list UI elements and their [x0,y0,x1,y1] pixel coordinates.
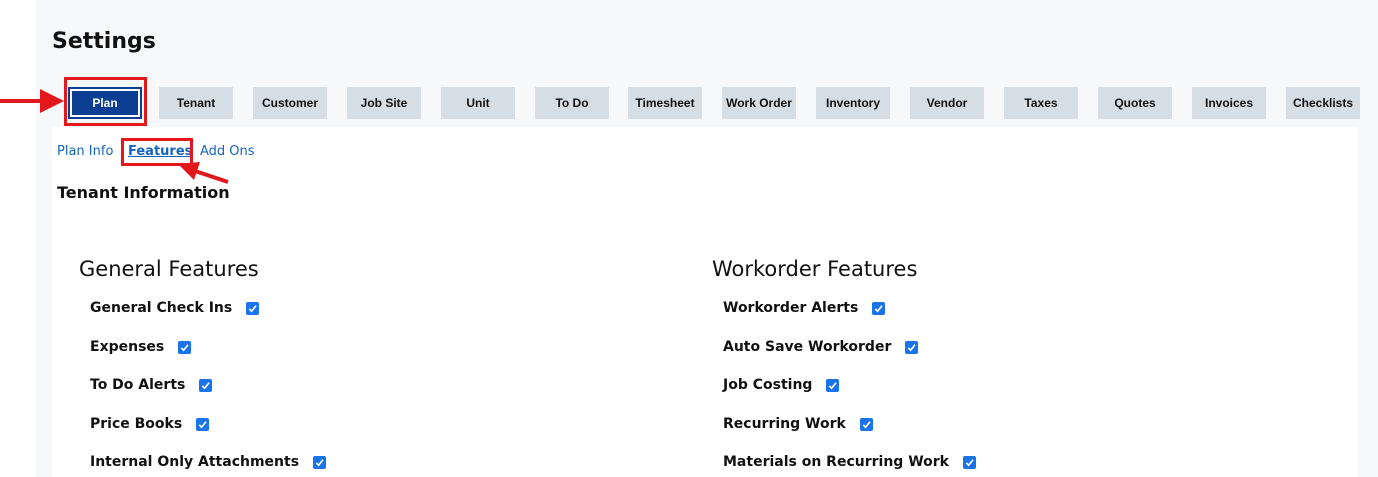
tab-timesheet[interactable]: Timesheet [628,87,702,119]
feature-label: Job Costing [723,377,813,393]
feature-to-do-alerts: To Do Alerts [90,375,213,395]
settings-tab-bar: Plan Tenant Customer Job Site Unit To Do… [0,87,1378,119]
check-icon [908,343,916,351]
check-icon [829,381,838,389]
feature-checkbox[interactable] [962,455,976,469]
check-icon [874,304,883,312]
check-icon [198,420,207,428]
tab-to-do[interactable]: To Do [535,87,609,119]
feature-label: Recurring Work [723,416,846,432]
tab-invoices[interactable]: Invoices [1192,87,1266,119]
feature-checkbox[interactable] [859,417,873,431]
feature-checkbox[interactable] [905,340,919,354]
check-icon [315,458,324,466]
feature-label: Workorder Alerts [723,300,859,316]
feature-checkbox[interactable] [826,378,840,392]
check-icon [248,304,257,312]
feature-label: Materials on Recurring Work [723,454,949,470]
feature-label: General Check Ins [90,300,233,316]
feature-recurring-work: Recurring Work [723,414,873,434]
tab-inventory[interactable]: Inventory [816,87,890,119]
feature-label: Internal Only Attachments [90,454,300,470]
feature-checkbox[interactable] [196,417,210,431]
feature-price-books: Price Books [90,414,210,434]
check-icon [202,381,210,389]
feature-internal-only-attachments: Internal Only Attachments [90,452,327,472]
check-icon [862,420,871,428]
feature-materials-on-recurring-work: Materials on Recurring Work [723,452,976,472]
subnav-plan-info[interactable]: Plan Info [57,144,113,159]
tab-tenant[interactable]: Tenant [159,87,233,119]
check-icon [180,343,189,351]
feature-expenses: Expenses [90,337,192,357]
tab-job-site[interactable]: Job Site [347,87,421,119]
feature-checkbox[interactable] [178,340,192,354]
feature-checkbox[interactable] [246,301,260,315]
tab-plan[interactable]: Plan [68,87,142,119]
feature-auto-save-workorder: Auto Save Workorder [723,337,919,357]
feature-label: To Do Alerts [90,377,186,393]
feature-workorder-alerts: Workorder Alerts [723,298,886,318]
workorder-features-title: Workorder Features [712,257,918,281]
tab-taxes[interactable]: Taxes [1004,87,1078,119]
subnav-add-ons[interactable]: Add Ons [200,144,255,159]
tab-checklists[interactable]: Checklists [1286,87,1360,119]
feature-general-check-ins: General Check Ins [90,298,260,318]
feature-checkbox[interactable] [872,301,886,315]
feature-checkbox[interactable] [199,378,213,392]
check-icon [965,458,974,466]
tab-unit[interactable]: Unit [441,87,515,119]
tab-work-order[interactable]: Work Order [722,87,796,119]
subnav-features[interactable]: Features [128,144,192,159]
feature-label: Expenses [90,339,165,355]
feature-label: Auto Save Workorder [723,339,892,355]
section-title: Tenant Information [57,183,230,202]
tab-quotes[interactable]: Quotes [1098,87,1172,119]
general-features-title: General Features [79,257,259,281]
tab-customer[interactable]: Customer [253,87,327,119]
page-title: Settings [52,29,156,54]
feature-checkbox[interactable] [313,455,327,469]
feature-label: Price Books [90,416,183,432]
tab-vendor[interactable]: Vendor [910,87,984,119]
feature-job-costing: Job Costing [723,375,840,395]
